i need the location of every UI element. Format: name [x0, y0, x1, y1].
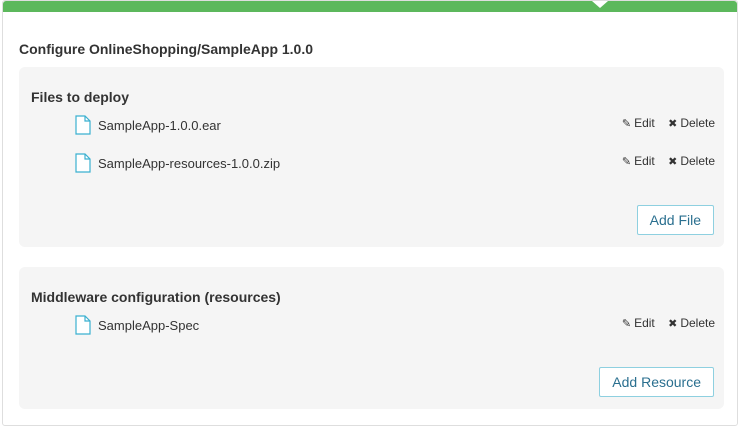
file-icon [75, 153, 91, 173]
add-file-button[interactable]: Add File [636, 205, 714, 235]
file-icon [75, 115, 91, 135]
pencil-icon: ✎ [621, 118, 632, 130]
delete-button[interactable]: ✖ Delete [668, 116, 715, 130]
file-icon [75, 315, 91, 335]
edit-label: Edit [634, 316, 655, 330]
edit-button[interactable]: ✎ Edit [622, 316, 655, 330]
files-to-deploy-section: Files to deploy SampleApp-1.0.0.ear ✎ Edi… [19, 67, 724, 247]
resource-row: SampleApp-Spec ✎ Edit ✖ Delete [75, 315, 715, 337]
pencil-icon: ✎ [621, 156, 632, 168]
section-heading: Middleware configuration (resources) [31, 289, 281, 305]
pencil-icon: ✎ [621, 318, 632, 330]
delete-button[interactable]: ✖ Delete [668, 316, 715, 330]
row-actions: ✎ Edit ✖ Delete [612, 316, 715, 330]
middleware-configuration-section: Middleware configuration (resources) Sam… [19, 267, 724, 409]
file-row: SampleApp-resources-1.0.0.zip ✎ Edit ✖ Del… [75, 153, 715, 175]
delete-label: Delete [680, 316, 715, 330]
file-name: SampleApp-1.0.0.ear [98, 118, 221, 133]
accent-bar [3, 1, 737, 12]
edit-button[interactable]: ✎ Edit [622, 116, 655, 130]
edit-label: Edit [634, 116, 655, 130]
row-actions: ✎ Edit ✖ Delete [612, 116, 715, 130]
close-icon: ✖ [668, 156, 678, 168]
configure-dialog: Configure OnlineShopping/SampleApp 1.0.0… [2, 0, 738, 426]
section-heading: Files to deploy [31, 89, 130, 105]
file-name: SampleApp-resources-1.0.0.zip [98, 156, 281, 171]
file-row: SampleApp-1.0.0.ear ✎ Edit ✖ Delete [75, 115, 715, 137]
delete-label: Delete [680, 116, 715, 130]
resource-name: SampleApp-Spec [98, 318, 200, 333]
dialog-title: Configure OnlineShopping/SampleApp 1.0.0 [19, 41, 314, 57]
row-actions: ✎ Edit ✖ Delete [612, 154, 715, 168]
edit-button[interactable]: ✎ Edit [622, 154, 655, 168]
pointer-caret [592, 1, 608, 8]
close-icon: ✖ [668, 318, 678, 330]
edit-label: Edit [634, 154, 655, 168]
delete-button[interactable]: ✖ Delete [668, 154, 715, 168]
add-resource-button[interactable]: Add Resource [599, 367, 714, 397]
delete-label: Delete [680, 154, 715, 168]
close-icon: ✖ [668, 118, 678, 130]
